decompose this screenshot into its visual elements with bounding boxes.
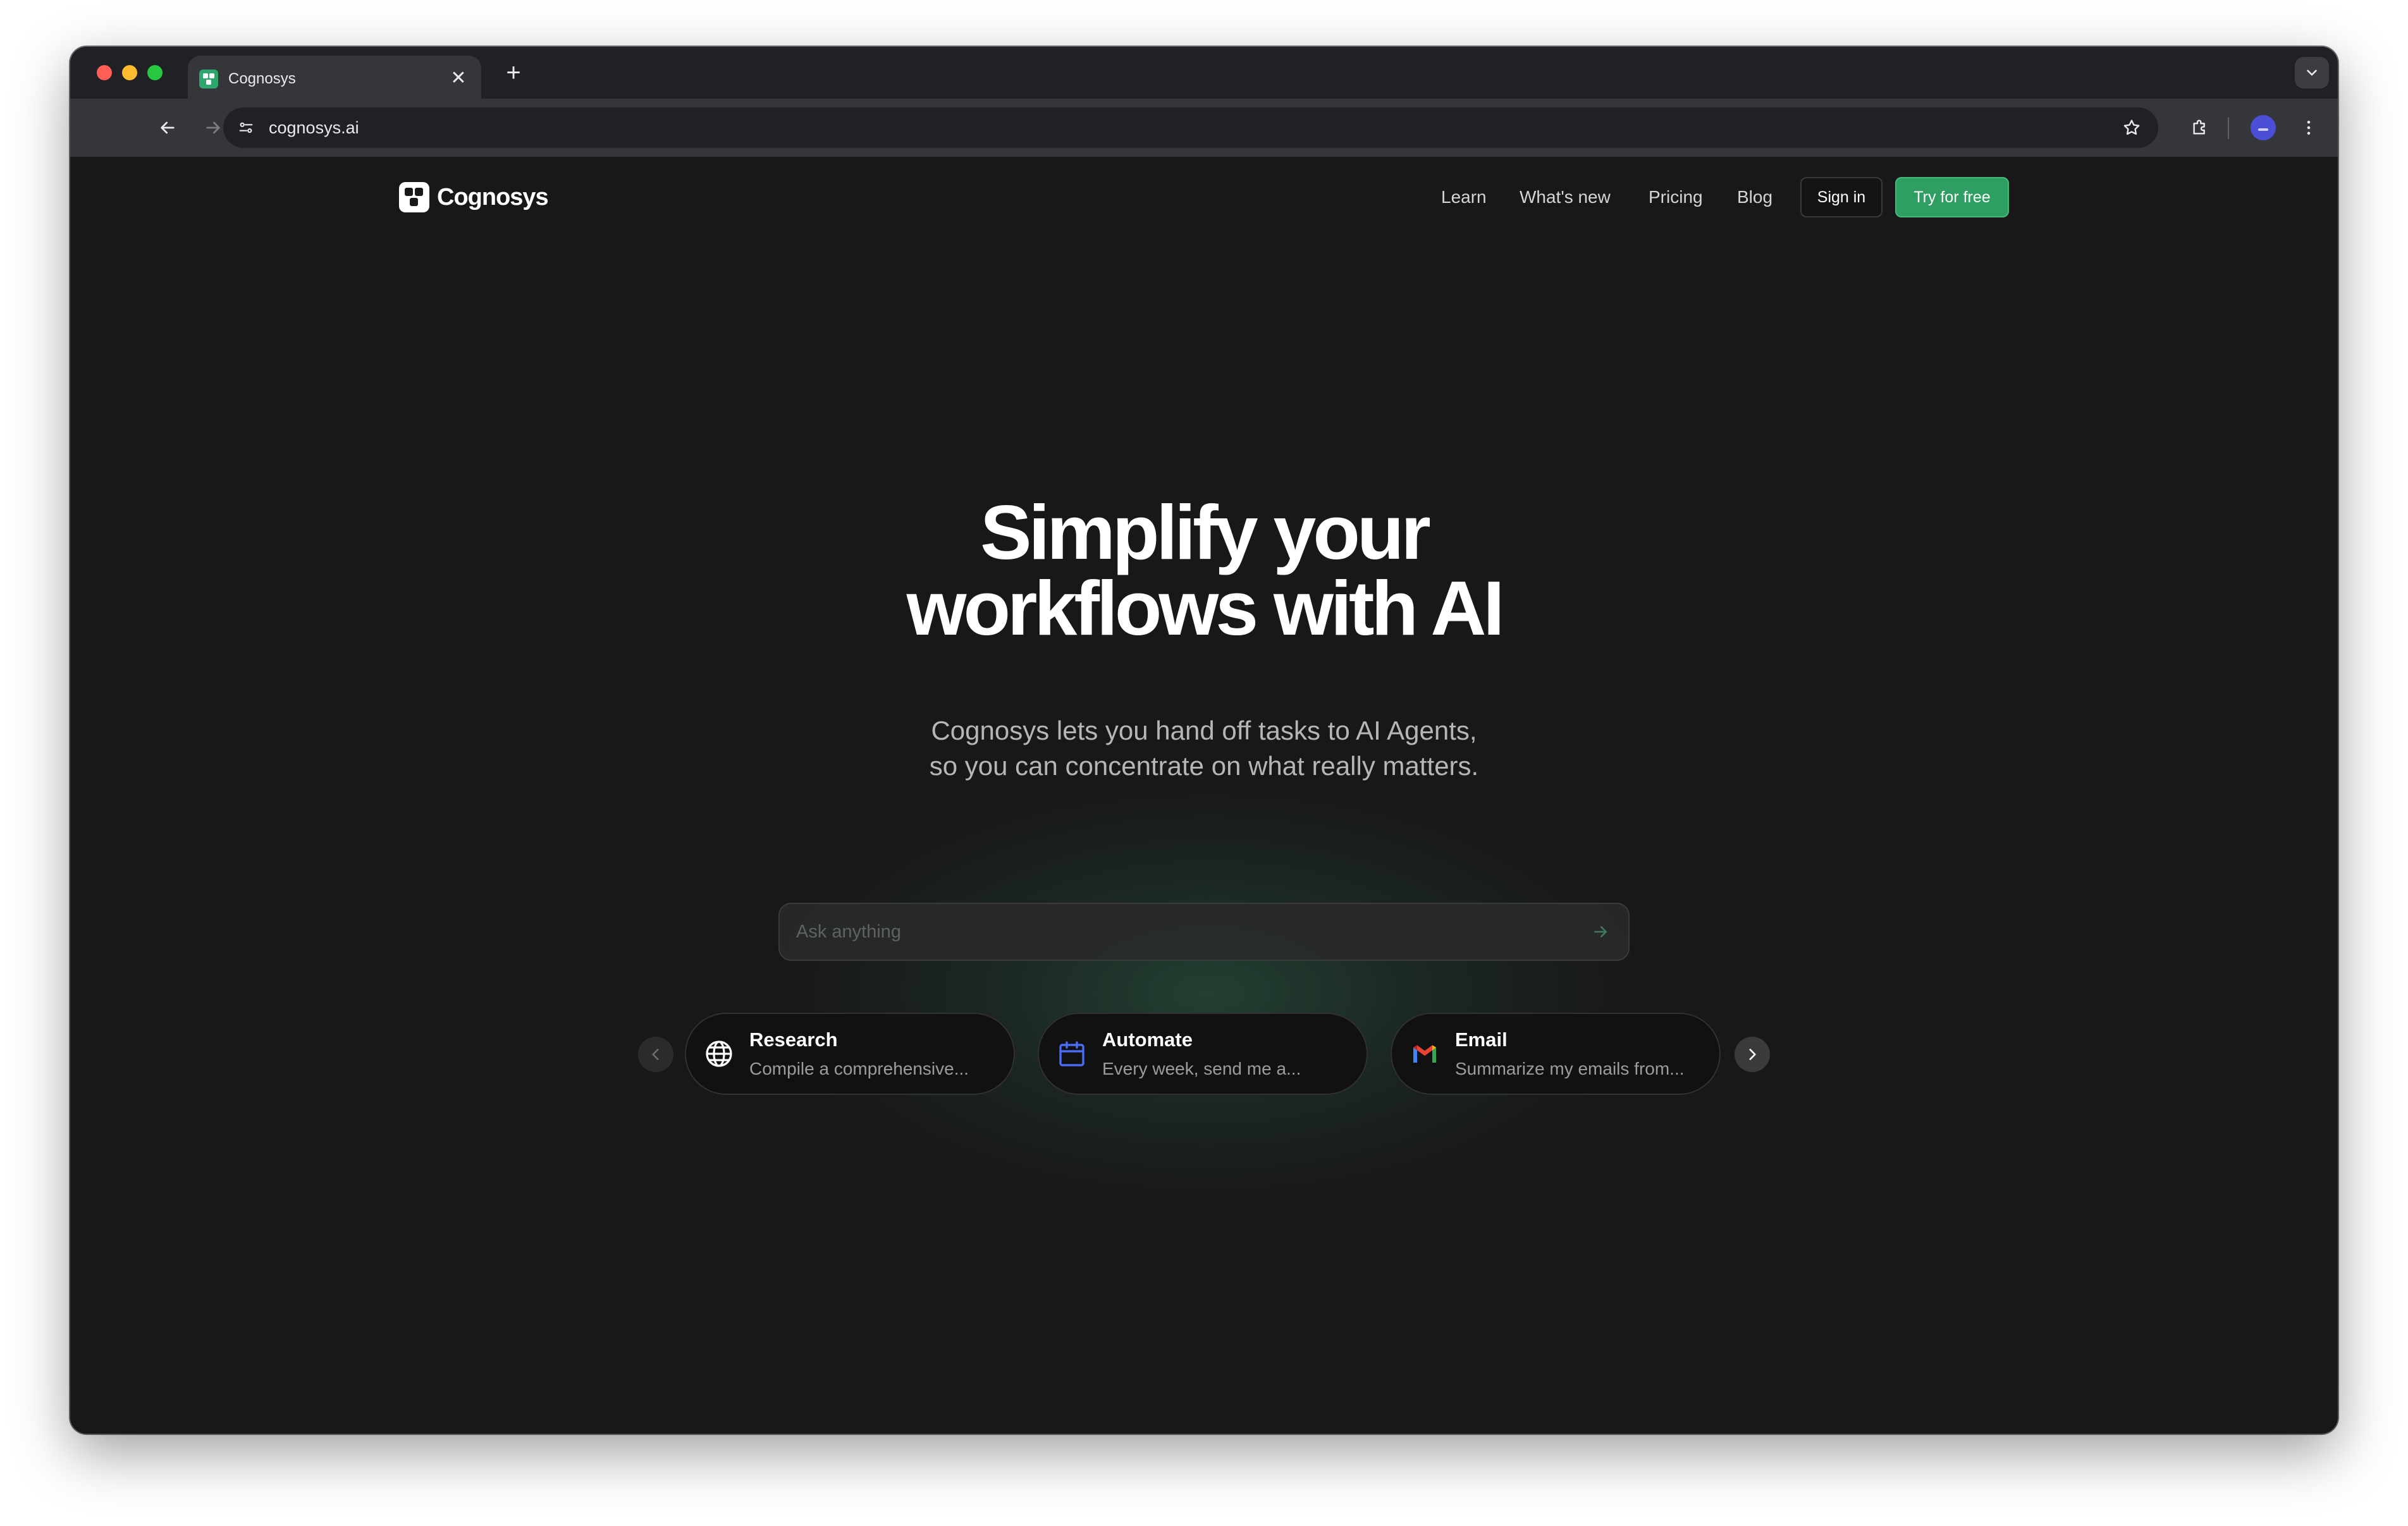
chevron-down-icon (2307, 70, 2317, 76)
tab-search-button[interactable] (2295, 57, 2329, 89)
hero-subtitle-line-2: so you can concentrate on what really ma… (929, 751, 1479, 781)
bookmark-star-icon[interactable] (2118, 114, 2146, 142)
address-bar[interactable]: cognosys.ai (223, 107, 2158, 148)
arrow-left-icon (161, 121, 175, 134)
card-description: Summarize my emails from... (1455, 1059, 1685, 1078)
profile-avatar[interactable] (2251, 115, 2276, 140)
maximize-window-button[interactable] (147, 65, 163, 80)
suggestion-card-research[interactable]: Research Compile a comprehensive... (685, 1013, 1015, 1095)
nav-pricing-link[interactable]: Pricing (1649, 182, 1703, 212)
globe-icon (704, 1039, 734, 1069)
minimize-window-button[interactable] (122, 65, 137, 80)
logo-mark-icon (399, 182, 429, 212)
calendar-icon (1057, 1039, 1087, 1069)
nav-blog-link[interactable]: Blog (1737, 182, 1772, 212)
submit-arrow-icon[interactable] (1587, 918, 1614, 946)
card-title: Email (1455, 1029, 1508, 1051)
browser-tab[interactable]: Cognosys ✕ (188, 56, 481, 99)
browser-window: Cognosys ✕ + cognosys.ai Cognosys Learn … (70, 47, 2338, 1434)
cognosys-logo[interactable]: Cognosys (399, 181, 549, 214)
puzzle-icon (2193, 119, 2205, 135)
suggestion-card-automate[interactable]: Automate Every week, send me a... (1038, 1013, 1368, 1095)
try-for-free-button[interactable]: Try for free (1895, 177, 2009, 217)
browser-toolbar: cognosys.ai (70, 99, 2338, 209)
logo-text: Cognosys (437, 183, 549, 211)
page-viewport: Cognosys Learn What's new Pricing Blog S… (70, 157, 2338, 1434)
browser-menu-button[interactable] (2292, 111, 2325, 144)
tab-strip: Cognosys ✕ + (70, 47, 2338, 99)
nav-whats-new-link[interactable]: What's new (1520, 182, 1611, 212)
more-vertical-icon (2307, 121, 2311, 135)
tab-title: Cognosys (228, 70, 296, 87)
ask-anything-input[interactable] (780, 904, 1570, 960)
card-description: Every week, send me a... (1102, 1059, 1301, 1078)
card-title: Automate (1102, 1029, 1193, 1051)
background-glow (778, 778, 1638, 1207)
card-description: Compile a comprehensive... (749, 1059, 969, 1078)
close-window-button[interactable] (97, 65, 112, 80)
hero-title-line-1: Simplify your (980, 489, 1431, 575)
cognosys-favicon-icon (199, 70, 218, 89)
hero-subtitle-line-1: Cognosys lets you hand off tasks to AI A… (931, 716, 1477, 745)
new-tab-button[interactable]: + (498, 57, 529, 89)
nav-learn-link[interactable]: Learn (1441, 182, 1487, 212)
extensions-button[interactable] (2184, 111, 2216, 144)
url-text[interactable]: cognosys.ai (269, 118, 359, 138)
ask-box (778, 903, 1630, 961)
gmail-icon (1410, 1039, 1440, 1069)
hero-subtitle: Cognosys lets you hand off tasks to AI A… (70, 713, 2338, 784)
carousel-prev-button[interactable] (638, 1037, 673, 1072)
back-button[interactable] (151, 111, 184, 144)
hero-title: Simplify your workflows with AI (70, 494, 2338, 647)
sign-in-button[interactable]: Sign in (1800, 177, 1883, 217)
chevron-right-icon (1749, 1049, 1756, 1060)
card-title: Research (749, 1029, 838, 1051)
suggestion-card-email[interactable]: Email Summarize my emails from... (1391, 1013, 1721, 1095)
tab-close-icon[interactable]: ✕ (447, 67, 470, 90)
toolbar-separator (2228, 118, 2229, 139)
site-info-icon[interactable] (231, 113, 261, 143)
carousel-next-button[interactable] (1735, 1037, 1770, 1072)
arrow-right-icon (206, 121, 220, 134)
hero-title-line-2: workflows with AI (906, 565, 1505, 651)
chevron-left-icon (652, 1049, 659, 1060)
